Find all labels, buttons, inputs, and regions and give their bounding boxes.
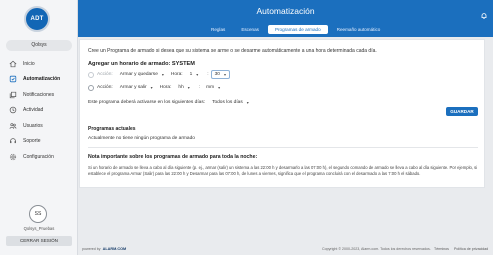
action-select-value: Armar y quedarse [119, 72, 158, 77]
chevron-down-icon: ▾ [223, 72, 226, 77]
footer: powered by ALARM.COM Copyright © 2000-20… [78, 245, 493, 255]
site-selector-button[interactable]: Qolsys [6, 40, 72, 51]
user-name: Qolsys_Pruebas [23, 226, 55, 231]
page-title: Automatización [256, 6, 315, 16]
intro-text: Cree un Programa de armado si desea que … [88, 48, 377, 54]
divider [88, 147, 478, 148]
current-schedules-title: Programas actuales [88, 126, 136, 132]
tab-reglas[interactable]: Reglas [204, 25, 232, 34]
bell-icon[interactable] [480, 7, 488, 19]
alarm-com-logo[interactable]: ALARM.COM [103, 247, 127, 251]
powered-by-label: powered by [82, 247, 101, 251]
hour-select[interactable]: 1 ▾ [186, 70, 203, 79]
arming-schedule-card: Cree un Programa de armado si desea que … [79, 39, 485, 188]
hour-select[interactable]: hh ▾ [174, 83, 193, 92]
sidebar-item-actividad[interactable]: Actividad [0, 103, 78, 119]
days-row: Este programa deberá activarse en los si… [88, 98, 256, 107]
sidebar-item-label: Automatización [23, 76, 61, 83]
page-header: Automatización Reglas Escenas Programas … [78, 0, 493, 37]
schedule-row-arm-away: Acción: Armar y salir ▾ Hora: hh ▾ : mm … [88, 83, 227, 92]
sidebar-item-label: Actividad [23, 107, 44, 114]
add-schedule-title: Agregar un horario de armado: SYSTEM [88, 61, 195, 67]
tab-escenas[interactable]: Escenas [234, 25, 266, 34]
chevron-down-icon: ▾ [161, 72, 164, 77]
days-select[interactable]: Todos los días ▾ [208, 98, 253, 107]
chevron-down-icon: ▾ [150, 85, 153, 90]
chevron-down-icon: ▾ [187, 85, 190, 90]
sidebar: ADT Qolsys Inicio Automatización Notific… [0, 0, 78, 255]
action-select[interactable]: Armar y salir ▾ [116, 83, 157, 92]
note-title: Nota importante sobre los programas de a… [88, 154, 258, 160]
hour-select-value: 1 [189, 72, 193, 77]
save-button[interactable]: GUARDAR [446, 107, 478, 116]
users-icon [8, 121, 18, 131]
sidebar-item-usuarios[interactable]: Usuarios [0, 118, 78, 134]
sidebar-item-automatizacion[interactable]: Automatización [0, 72, 78, 88]
action-select-value: Armar y salir [119, 85, 147, 90]
notifications-icon [8, 90, 18, 100]
time-separator: : [207, 72, 209, 77]
days-label: Este programa deberá activarse en los si… [88, 100, 206, 105]
sidebar-item-label: Inicio [23, 60, 35, 67]
copyright: Copyright © 2000-2023, Alarm.com. Todos … [322, 247, 431, 251]
home-icon [8, 59, 18, 69]
automation-icon [8, 74, 18, 84]
schedule-radio-2[interactable] [88, 84, 94, 91]
support-icon [8, 136, 18, 146]
sidebar-item-label: Notificaciones [23, 91, 55, 98]
hour-select-value: hh [178, 85, 184, 90]
sidebar-item-notificaciones[interactable]: Notificaciones [0, 87, 78, 103]
note-body: Si un horario de armado se lleva a cabo … [88, 165, 478, 176]
powered-by: powered by ALARM.COM [82, 247, 126, 251]
settings-icon [8, 152, 18, 162]
adt-logo-badge: ADT [24, 6, 50, 32]
chevron-down-icon: ▾ [218, 85, 221, 90]
current-schedules-text: Actualmente no tiene ningún programa de … [88, 136, 195, 141]
minute-select[interactable]: 30 ▾ [210, 70, 230, 79]
sidebar-nav: Inicio Automatización Notificaciones Act… [0, 56, 78, 165]
minute-select-value: 30 [214, 72, 220, 77]
app-frame: ADT Qolsys Inicio Automatización Notific… [0, 0, 493, 255]
sidebar-item-label: Soporte [23, 138, 41, 145]
hour-label: Hora: [170, 72, 183, 77]
tab-bar: Reglas Escenas Programas de armado Reema… [204, 25, 387, 34]
time-separator: : [198, 85, 201, 90]
chevron-down-icon: ▾ [246, 100, 249, 105]
tab-reemano-automatico[interactable]: Reemaño automático [330, 25, 388, 34]
privacy-link[interactable]: Política de privacidad [454, 247, 488, 251]
sidebar-item-label: Configuración [23, 153, 54, 160]
logo-text: ADT [30, 16, 44, 22]
sidebar-item-configuracion[interactable]: Configuración [0, 149, 78, 165]
schedule-radio-1[interactable] [88, 71, 94, 78]
chevron-down-icon: ▾ [196, 72, 199, 77]
tab-programas-de-armado[interactable]: Programas de armado [267, 25, 328, 34]
action-label: Acción: [97, 85, 113, 90]
hour-label: Hora: [159, 85, 172, 90]
minute-select-value: mm [206, 85, 215, 90]
terms-link[interactable]: Términos [434, 247, 449, 251]
schedule-row-arm-stay: Acción: Armar y quedarse ▾ Hora: 1 ▾ : 3… [88, 70, 233, 79]
logout-button[interactable]: CERRAR SESIÓN [6, 236, 72, 246]
action-label: Acción: [97, 72, 113, 77]
avatar[interactable]: SS [29, 205, 47, 223]
brand-logo[interactable]: ADT [24, 6, 50, 32]
sidebar-item-label: Usuarios [23, 122, 43, 129]
action-select[interactable]: Armar y quedarse ▾ [116, 70, 168, 79]
minute-select[interactable]: mm ▾ [202, 83, 224, 92]
sidebar-item-inicio[interactable]: Inicio [0, 56, 78, 72]
sidebar-item-soporte[interactable]: Soporte [0, 134, 78, 150]
activity-icon [8, 105, 18, 115]
days-select-value: Todos los días [212, 100, 243, 105]
